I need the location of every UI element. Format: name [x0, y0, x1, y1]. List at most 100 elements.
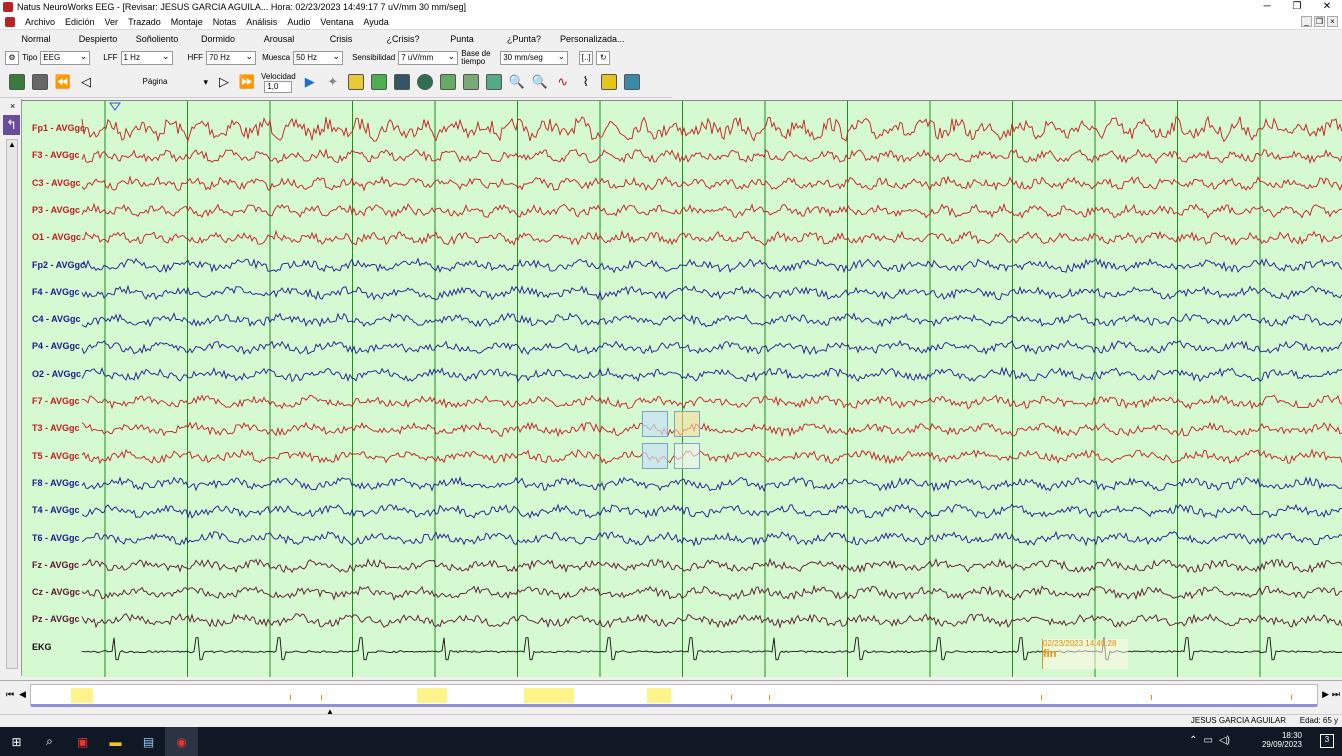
waveform-green-icon[interactable] [370, 73, 388, 91]
channel-label[interactable]: O1 - AVGgc [32, 232, 81, 242]
timeline-marker[interactable] [290, 695, 291, 700]
refresh-icon[interactable]: ↻ [596, 50, 611, 65]
film-tile-icon[interactable] [674, 443, 700, 469]
channel-label[interactable]: P3 - AVGgc [32, 205, 80, 215]
lff-select[interactable]: 1 Hz [120, 50, 173, 65]
timeline-marker[interactable] [321, 695, 322, 700]
timeline-segment[interactable] [524, 688, 574, 703]
notifications-icon[interactable]: 3 [1320, 734, 1334, 748]
menu-archivo[interactable]: Archivo [20, 17, 60, 27]
menu-montaje[interactable]: Montaje [166, 17, 208, 27]
search-icon[interactable]: ⌕ [33, 727, 66, 756]
channel-label[interactable]: C4 - AVGgc [32, 314, 81, 324]
channel-label[interactable]: Pz - AVGgc [32, 614, 80, 624]
windows-start-icon[interactable]: ⊞ [0, 727, 33, 756]
sensibilidad-select[interactable]: 7 uV/mm [398, 50, 459, 65]
document-icon[interactable] [5, 16, 15, 27]
zoom-out-icon[interactable]: 🔍 [531, 73, 549, 91]
zoom-in-icon[interactable]: 🔍 [508, 73, 526, 91]
state-normal[interactable]: Normal [0, 31, 72, 48]
app-red-icon[interactable]: ▣ [66, 727, 99, 756]
minimize-icon[interactable]: ─ [1252, 0, 1282, 14]
eeg-trace-area[interactable]: Fp1 - AVGgc F3 - AVGgc C3 - AVGgc P3 - AVGg… [22, 100, 1342, 677]
timeline-prev-icon[interactable]: ◀ [19, 689, 26, 700]
settings-icon[interactable]: ⚙ [5, 50, 19, 65]
channel-label[interactable]: P4 - AVGgc [32, 341, 80, 351]
channel-label[interactable]: Fp2 - AVGgc [32, 260, 85, 270]
channel-label[interactable]: Cz - AVGgc [32, 587, 80, 597]
document-app-icon[interactable]: ▤ [132, 727, 165, 756]
state-sonoliento[interactable]: Soñoliento [124, 31, 190, 48]
event-annotation[interactable]: 02/23/2023 14:49:28 fin [1042, 639, 1128, 669]
timeline-segment[interactable] [417, 688, 447, 703]
menu-ver[interactable]: Ver [100, 17, 124, 27]
marker-icon[interactable] [600, 73, 618, 91]
grid-icon[interactable] [393, 73, 411, 91]
channel-label[interactable]: T3 - AVGgc [32, 423, 80, 433]
clock[interactable]: 18:30 29/09/2023 [1262, 731, 1302, 749]
fast-rewind-icon[interactable]: ⏪ [54, 73, 72, 91]
mdi-restore-icon[interactable]: ❐ [1314, 16, 1325, 27]
scroll-up-icon[interactable]: ▲ [7, 140, 17, 149]
video-icon[interactable] [31, 73, 49, 91]
channel-label[interactable]: F7 - AVGgc [32, 396, 80, 406]
monitor-icon[interactable] [623, 73, 641, 91]
menu-notas[interactable]: Notas [208, 17, 242, 27]
timeline-marker[interactable] [1041, 695, 1042, 700]
timeline-marker[interactable] [1151, 695, 1152, 700]
chevron-up-icon[interactable]: ⌃ [1189, 735, 1197, 746]
state-despierto[interactable]: Despierto [72, 31, 124, 48]
restore-icon[interactable]: ❐ [1282, 0, 1312, 14]
menu-ventana[interactable]: Ventana [315, 17, 358, 27]
back-arrow-icon[interactable]: ↰ [3, 115, 20, 135]
file-explorer-icon[interactable]: ▬ [99, 727, 132, 756]
network-icon[interactable]: ▭ [1204, 735, 1213, 746]
state-personalizada[interactable]: Personalizada... [560, 31, 625, 48]
tipo-select[interactable]: EEG [40, 50, 91, 65]
muesca-select[interactable]: 50 Hz [293, 50, 344, 65]
channel-label[interactable]: T4 - AVGgc [32, 505, 80, 515]
vertical-scrollbar[interactable]: ▲ [6, 139, 18, 669]
timeline-track[interactable] [30, 684, 1318, 707]
patient-panel-icon[interactable] [8, 73, 26, 91]
chart-tool-icon[interactable] [347, 73, 365, 91]
step-forward-icon[interactable]: ▷ [215, 73, 233, 91]
trend-icon[interactable] [462, 73, 480, 91]
channel-label[interactable]: F8 - AVGgc [32, 478, 80, 488]
menu-trazado[interactable]: Trazado [123, 17, 166, 27]
pulse-icon[interactable]: ⌇ [577, 73, 595, 91]
state-dormido[interactable]: Dormido [190, 31, 246, 48]
neuroworks-taskbar-icon[interactable]: ◉ [165, 727, 198, 756]
state-punta[interactable]: Punta [436, 31, 488, 48]
timeline-marker[interactable] [1291, 695, 1292, 700]
mdi-close-icon[interactable]: × [1327, 16, 1338, 27]
bracket-icon[interactable]: [..] [579, 50, 594, 65]
timeline-segment[interactable] [71, 688, 93, 703]
state-crisis-question[interactable]: ¿Crisis? [370, 31, 436, 48]
timeline-segment[interactable] [647, 688, 671, 703]
mdi-minimize-icon[interactable]: _ [1301, 16, 1312, 27]
head-map-icon[interactable] [439, 73, 457, 91]
menu-analisis[interactable]: Análisis [241, 17, 282, 27]
velocity-input[interactable]: 1,0 [264, 80, 293, 93]
channel-label[interactable]: F4 - AVGgc [32, 287, 80, 297]
state-crisis[interactable]: Crisis [312, 31, 370, 48]
channel-label[interactable]: Fp1 - AVGgc [32, 123, 85, 133]
channel-label[interactable]: T5 - AVGgc [32, 451, 80, 461]
channel-label[interactable]: Fz - AVGgc [32, 560, 79, 570]
hff-select[interactable]: 70 Hz [206, 50, 257, 65]
timeline-marker[interactable] [731, 695, 732, 700]
bar-chart-tile-icon[interactable] [674, 411, 700, 437]
channel-label[interactable]: C3 - AVGgc [32, 178, 81, 188]
close-icon[interactable]: ✕ [1312, 0, 1342, 14]
volume-icon[interactable]: ◁) [1219, 735, 1230, 746]
timeline-start-icon[interactable]: ⏮ [6, 689, 14, 700]
spike-icon[interactable]: ∿ [554, 73, 572, 91]
timeline-end-icon[interactable]: ⏭ [1332, 689, 1340, 700]
image-tile-icon[interactable] [642, 443, 668, 469]
timeline-next-icon[interactable]: ▶ [1322, 689, 1329, 700]
menu-ayuda[interactable]: Ayuda [358, 17, 393, 27]
timeline-marker[interactable] [769, 695, 770, 700]
cursor-tool-icon[interactable]: ✦ [324, 73, 342, 91]
menu-audio[interactable]: Audio [282, 17, 315, 27]
